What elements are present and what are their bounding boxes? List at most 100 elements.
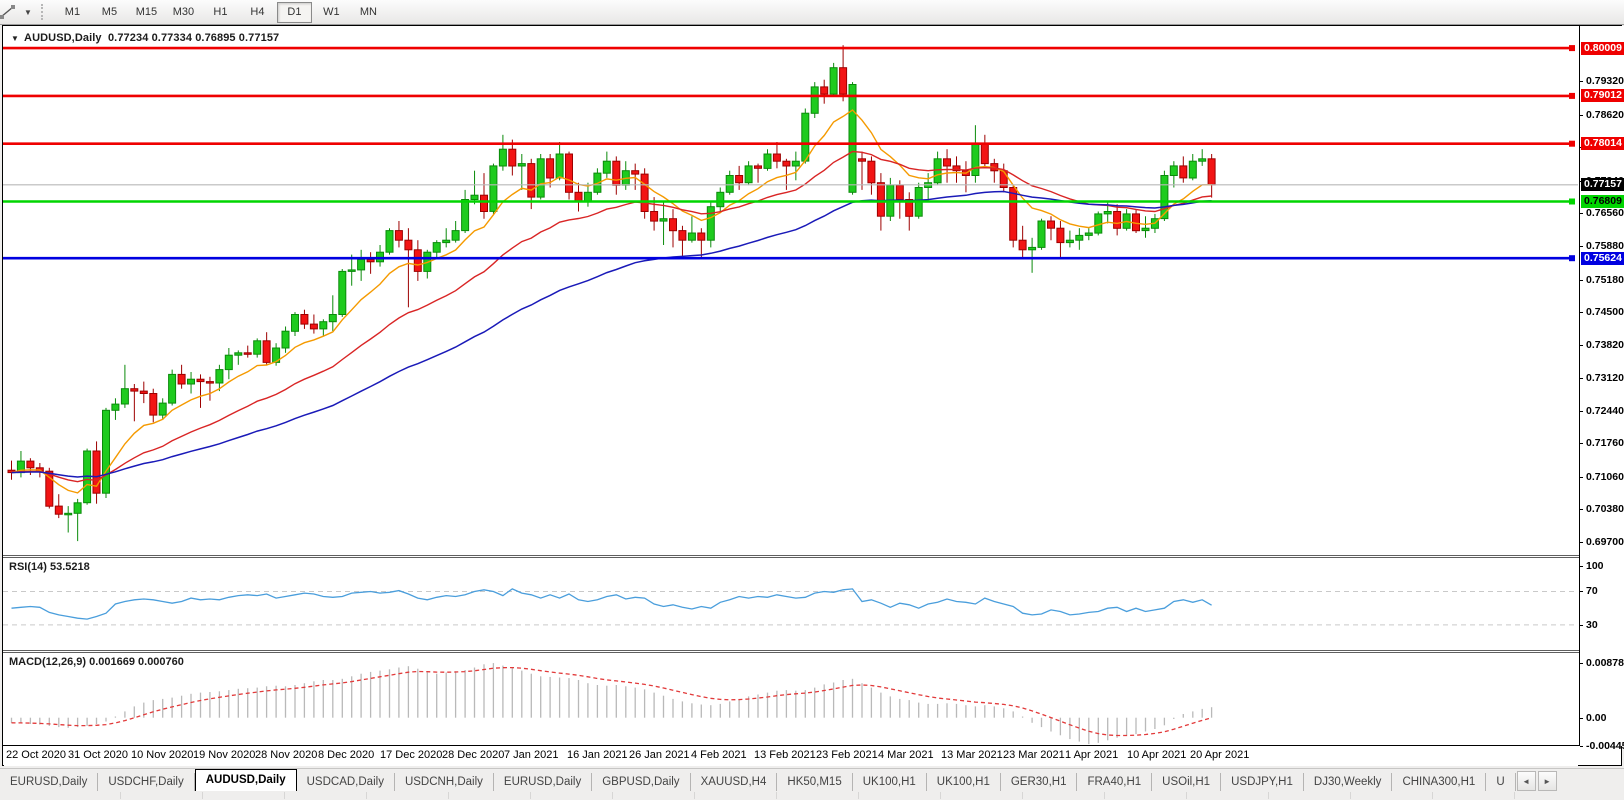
axis-tick-label: 0.79320 bbox=[1586, 75, 1624, 87]
axis-tick bbox=[1580, 246, 1583, 247]
axis-tick-label: 70 bbox=[1586, 585, 1598, 597]
level-price-badge: 0.79012 bbox=[1581, 89, 1624, 102]
chart-tab-bar: EURUSD,DailyUSDCHF,DailyAUDUSD,DailyUSDC… bbox=[0, 768, 1624, 792]
axis-tick-label: 30 bbox=[1586, 619, 1598, 631]
timeframe-button-w1[interactable]: W1 bbox=[314, 2, 349, 23]
axis-tick bbox=[1580, 280, 1583, 281]
axis-tick bbox=[1580, 477, 1583, 478]
timeframe-button-h1[interactable]: H1 bbox=[203, 2, 238, 23]
date-label: 31 Oct 2020 bbox=[68, 749, 128, 761]
current-price-badge: 0.77157 bbox=[1581, 178, 1624, 191]
date-axis[interactable]: 22 Oct 202031 Oct 202010 Nov 202019 Nov … bbox=[4, 746, 1578, 766]
axis-tick-label: 100 bbox=[1586, 560, 1604, 572]
axis-tick bbox=[1580, 213, 1583, 214]
date-label: 1 Apr 2021 bbox=[1065, 749, 1118, 761]
chart-tab-hk50-m15[interactable]: HK50,M15 bbox=[777, 773, 852, 792]
date-label: 17 Dec 2020 bbox=[380, 749, 442, 761]
axis-tick-label: 0.69700 bbox=[1586, 536, 1624, 548]
mt4-terminal: ▼ M1M5M15M30H1H4D1W1MN ▼AUDUSD,Daily 0.7… bbox=[0, 0, 1624, 800]
status-strip bbox=[0, 791, 1624, 800]
axis-tick bbox=[1580, 746, 1583, 747]
timeframe-button-h4[interactable]: H4 bbox=[240, 2, 275, 23]
axis-tick-label: 0.73820 bbox=[1586, 339, 1624, 351]
axis-tick-label: 0.70380 bbox=[1586, 503, 1624, 515]
timeframe-button-mn[interactable]: MN bbox=[351, 2, 386, 23]
chart-tab-usdcad-daily[interactable]: USDCAD,Daily bbox=[297, 773, 395, 792]
chart-cursor-icon[interactable] bbox=[4, 3, 24, 21]
chart-tab-xauusd-h4[interactable]: XAUUSD,H4 bbox=[691, 773, 778, 792]
date-label: 28 Dec 2020 bbox=[442, 749, 504, 761]
chart-tab-uk100-h1[interactable]: UK100,H1 bbox=[927, 773, 1001, 792]
date-label: 26 Jan 2021 bbox=[629, 749, 690, 761]
timeframe-toolbar: ▼ M1M5M15M30H1H4D1W1MN bbox=[0, 0, 1624, 25]
tab-scroll-right-button[interactable]: ► bbox=[1538, 771, 1557, 791]
chart-tab-fra40-h1[interactable]: FRA40,H1 bbox=[1077, 773, 1152, 792]
date-label: 10 Apr 2021 bbox=[1127, 749, 1186, 761]
date-label: 16 Jan 2021 bbox=[567, 749, 628, 761]
chart-tab-usdjpy-h1[interactable]: USDJPY,H1 bbox=[1221, 773, 1304, 792]
cursor-dropdown-icon[interactable]: ▼ bbox=[24, 8, 32, 17]
level-price-badge: 0.80009 bbox=[1581, 42, 1624, 55]
timeframe-button-d1[interactable]: D1 bbox=[277, 2, 312, 23]
macd-canvas[interactable] bbox=[3, 653, 1578, 746]
rsi-canvas[interactable] bbox=[3, 558, 1578, 650]
price-axis[interactable]: 0.793200.786200.779400.772400.765600.758… bbox=[1579, 26, 1624, 746]
chart-tab-uk100-h1[interactable]: UK100,H1 bbox=[853, 773, 927, 792]
axis-tick-label: 0.73120 bbox=[1586, 372, 1624, 384]
axis-tick bbox=[1580, 345, 1583, 346]
timeframe-button-m1[interactable]: M1 bbox=[55, 2, 90, 23]
axis-tick-label: -0.004451 bbox=[1586, 740, 1624, 752]
chart-tab-usdcnh-daily[interactable]: USDCNH,Daily bbox=[395, 773, 494, 792]
status-separator bbox=[1432, 792, 1433, 799]
chart-tab-china300-h1[interactable]: CHINA300,H1 bbox=[1392, 773, 1486, 792]
status-separator bbox=[612, 792, 613, 799]
axis-tick-label: 0.76560 bbox=[1586, 207, 1624, 219]
chart-tab-eurusd-daily[interactable]: EURUSD,Daily bbox=[0, 773, 98, 792]
axis-tick bbox=[1580, 312, 1583, 313]
chart-window: ▼AUDUSD,Daily 0.77234 0.77334 0.76895 0.… bbox=[2, 25, 1622, 766]
axis-tick-label: 0.72440 bbox=[1586, 405, 1624, 417]
date-label: 22 Oct 2020 bbox=[6, 749, 66, 761]
chart-tab-audusd-daily[interactable]: AUDUSD,Daily bbox=[195, 769, 297, 792]
status-separator bbox=[1350, 792, 1351, 799]
chart-tab-eurusd-daily[interactable]: EURUSD,Daily bbox=[494, 773, 592, 792]
chart-tab-gbpusd-daily[interactable]: GBPUSD,Daily bbox=[592, 773, 690, 792]
status-separator bbox=[776, 792, 777, 799]
axis-tick-label: 0.74500 bbox=[1586, 306, 1624, 318]
axis-tick-label: 0.75180 bbox=[1586, 274, 1624, 286]
date-label: 19 Nov 2020 bbox=[193, 749, 255, 761]
status-separator bbox=[366, 792, 367, 799]
date-label: 28 Nov 2020 bbox=[255, 749, 317, 761]
chart-tab-usoil-h1[interactable]: USOil,H1 bbox=[1152, 773, 1221, 792]
timeframe-button-m15[interactable]: M15 bbox=[129, 2, 164, 23]
status-separator bbox=[202, 792, 203, 799]
date-label: 20 Apr 2021 bbox=[1190, 749, 1249, 761]
level-price-badge: 0.78014 bbox=[1581, 137, 1624, 150]
status-separator bbox=[1104, 792, 1105, 799]
status-separator bbox=[1186, 792, 1187, 799]
axis-tick bbox=[1580, 378, 1583, 379]
axis-tick-label: 0.75880 bbox=[1586, 240, 1624, 252]
status-separator bbox=[284, 792, 285, 799]
timeframe-button-m30[interactable]: M30 bbox=[166, 2, 201, 23]
axis-tick-label: 0.78620 bbox=[1586, 109, 1624, 121]
chart-tab-dj30-weekly[interactable]: DJ30,Weekly bbox=[1304, 773, 1393, 792]
chart-tab-usdchf-daily[interactable]: USDCHF,Daily bbox=[98, 773, 194, 792]
chart-tab-u[interactable]: U bbox=[1486, 773, 1515, 792]
axis-tick bbox=[1580, 81, 1583, 82]
axis-tick bbox=[1580, 542, 1583, 543]
axis-tick-label: 0.00 bbox=[1586, 712, 1606, 724]
status-separator bbox=[120, 792, 121, 799]
status-separator bbox=[940, 792, 941, 799]
date-label: 23 Feb 2021 bbox=[816, 749, 878, 761]
axis-tick bbox=[1580, 591, 1583, 592]
status-separator bbox=[858, 792, 859, 799]
chart-tab-ger30-h1[interactable]: GER30,H1 bbox=[1001, 773, 1078, 792]
date-label: 7 Jan 2021 bbox=[504, 749, 558, 761]
timeframe-button-m5[interactable]: M5 bbox=[92, 2, 127, 23]
axis-tick bbox=[1580, 663, 1583, 664]
level-price-badge: 0.76809 bbox=[1581, 195, 1624, 208]
price-chart-canvas[interactable] bbox=[3, 27, 1578, 555]
axis-tick-label: 0.71760 bbox=[1586, 437, 1624, 449]
tab-scroll-left-button[interactable]: ◄ bbox=[1517, 771, 1536, 791]
